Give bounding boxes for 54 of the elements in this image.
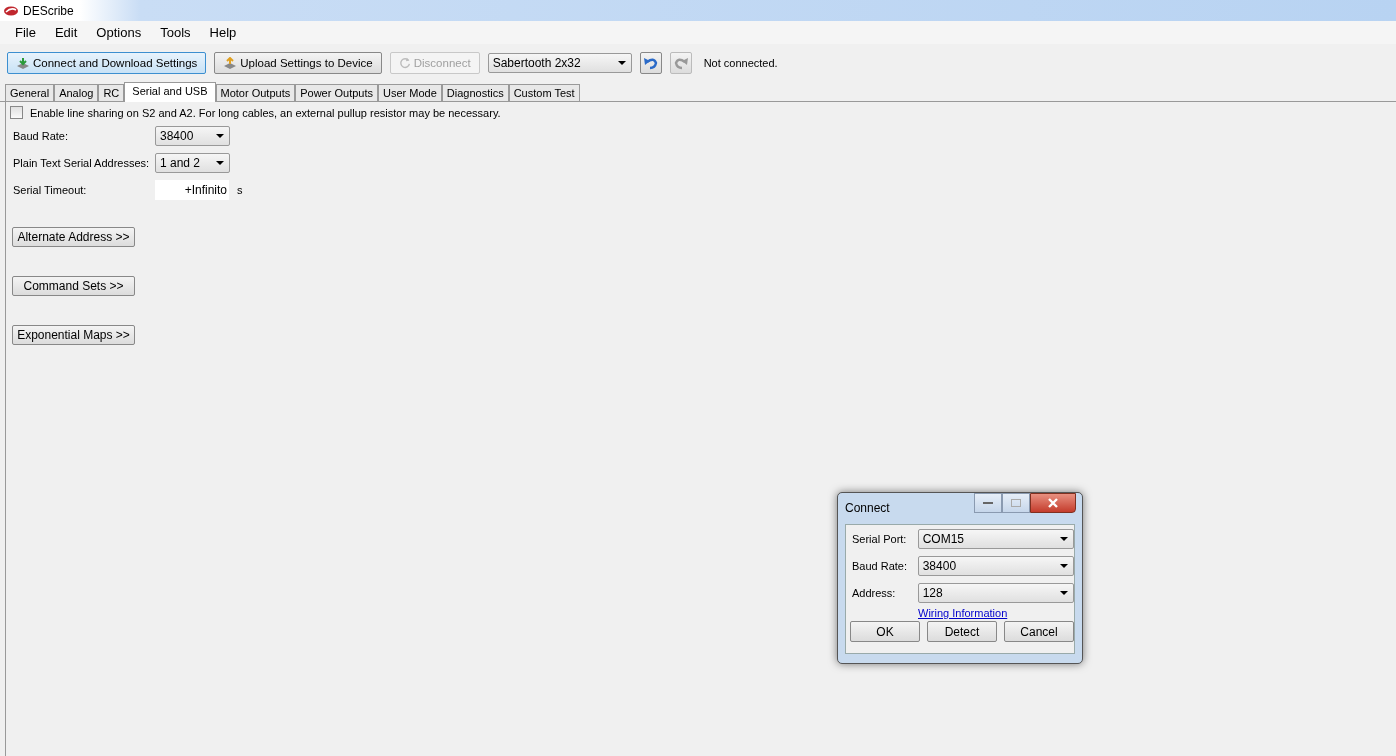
dialog-button[interactable]: Cancel <box>1004 621 1074 642</box>
close-icon <box>1047 498 1059 508</box>
input-field[interactable]: +Infinito <box>155 179 229 200</box>
tab[interactable]: Motor Outputs <box>215 84 296 101</box>
toolbar-button[interactable]: Connect and Download Settings <box>7 52 207 74</box>
tab[interactable]: User Mode <box>378 84 442 101</box>
tab[interactable]: Analog <box>54 84 99 101</box>
checkbox-label: Enable line sharing on S2 and A2. For long cables, an external pullup resistor may be necessary. <box>30 106 501 119</box>
close-button[interactable] <box>1030 493 1076 513</box>
field-label: Serial Port: <box>851 532 908 545</box>
menu-item[interactable]: Edit <box>47 25 85 40</box>
refresh-icon <box>398 56 411 70</box>
minimize-button[interactable] <box>974 493 1002 513</box>
menu-item[interactable]: Help <box>202 25 244 40</box>
tab[interactable]: Power Outputs <box>295 84 378 101</box>
tab[interactable]: RC <box>98 84 125 101</box>
checkbox[interactable] <box>10 106 23 119</box>
download-arrow-icon <box>16 57 30 69</box>
upload-arrow-icon <box>223 57 238 69</box>
maximize-icon <box>1011 499 1021 507</box>
device-dropdown[interactable]: Sabertooth 2x32 <box>487 53 632 73</box>
app-logo-icon <box>3 4 19 17</box>
section-button[interactable]: Alternate Address >> <box>12 227 135 247</box>
tab[interactable]: Serial and USB <box>124 82 216 102</box>
menu-item[interactable]: Options <box>89 25 149 40</box>
dialog-button[interactable]: OK <box>850 621 920 642</box>
tab[interactable]: General <box>5 84 55 101</box>
dropdown[interactable]: 1 and 2 <box>155 152 230 173</box>
dialog-title: Connect <box>845 501 890 515</box>
dropdown[interactable]: COM15 <box>917 528 1074 549</box>
dropdown[interactable]: 38400 <box>917 555 1074 576</box>
minimize-icon <box>983 501 993 505</box>
section-button[interactable]: Command Sets >> <box>12 276 135 296</box>
field-label: Baud Rate: <box>851 559 909 572</box>
dropdown[interactable]: 38400 <box>155 125 230 146</box>
window-title: DEScribe <box>23 3 74 18</box>
wiring-link[interactable]: Wiring Information <box>918 607 1008 619</box>
maximize-button[interactable] <box>1002 493 1030 513</box>
menu-item[interactable]: Tools <box>153 25 198 40</box>
redo-button[interactable] <box>669 52 692 74</box>
field-label: Address: <box>851 586 897 599</box>
tab[interactable]: Diagnostics <box>441 84 509 101</box>
menu-item[interactable]: File <box>8 25 43 40</box>
tab[interactable]: Custom Test <box>508 84 580 101</box>
toolbar-button[interactable]: Upload Settings to Device <box>214 52 382 74</box>
dialog-button[interactable]: Detect <box>927 621 997 642</box>
section-button[interactable]: Exponential Maps >> <box>12 325 135 345</box>
connection-status: Not connected. <box>703 57 778 69</box>
dropdown[interactable]: 128 <box>917 582 1074 603</box>
field-label: Baud Rate: <box>12 129 70 142</box>
field-label: Plain Text Serial Addresses: <box>12 156 151 169</box>
undo-button[interactable] <box>639 52 662 74</box>
field-label: Serial Timeout: <box>12 183 88 196</box>
unit-label: s <box>237 183 243 196</box>
